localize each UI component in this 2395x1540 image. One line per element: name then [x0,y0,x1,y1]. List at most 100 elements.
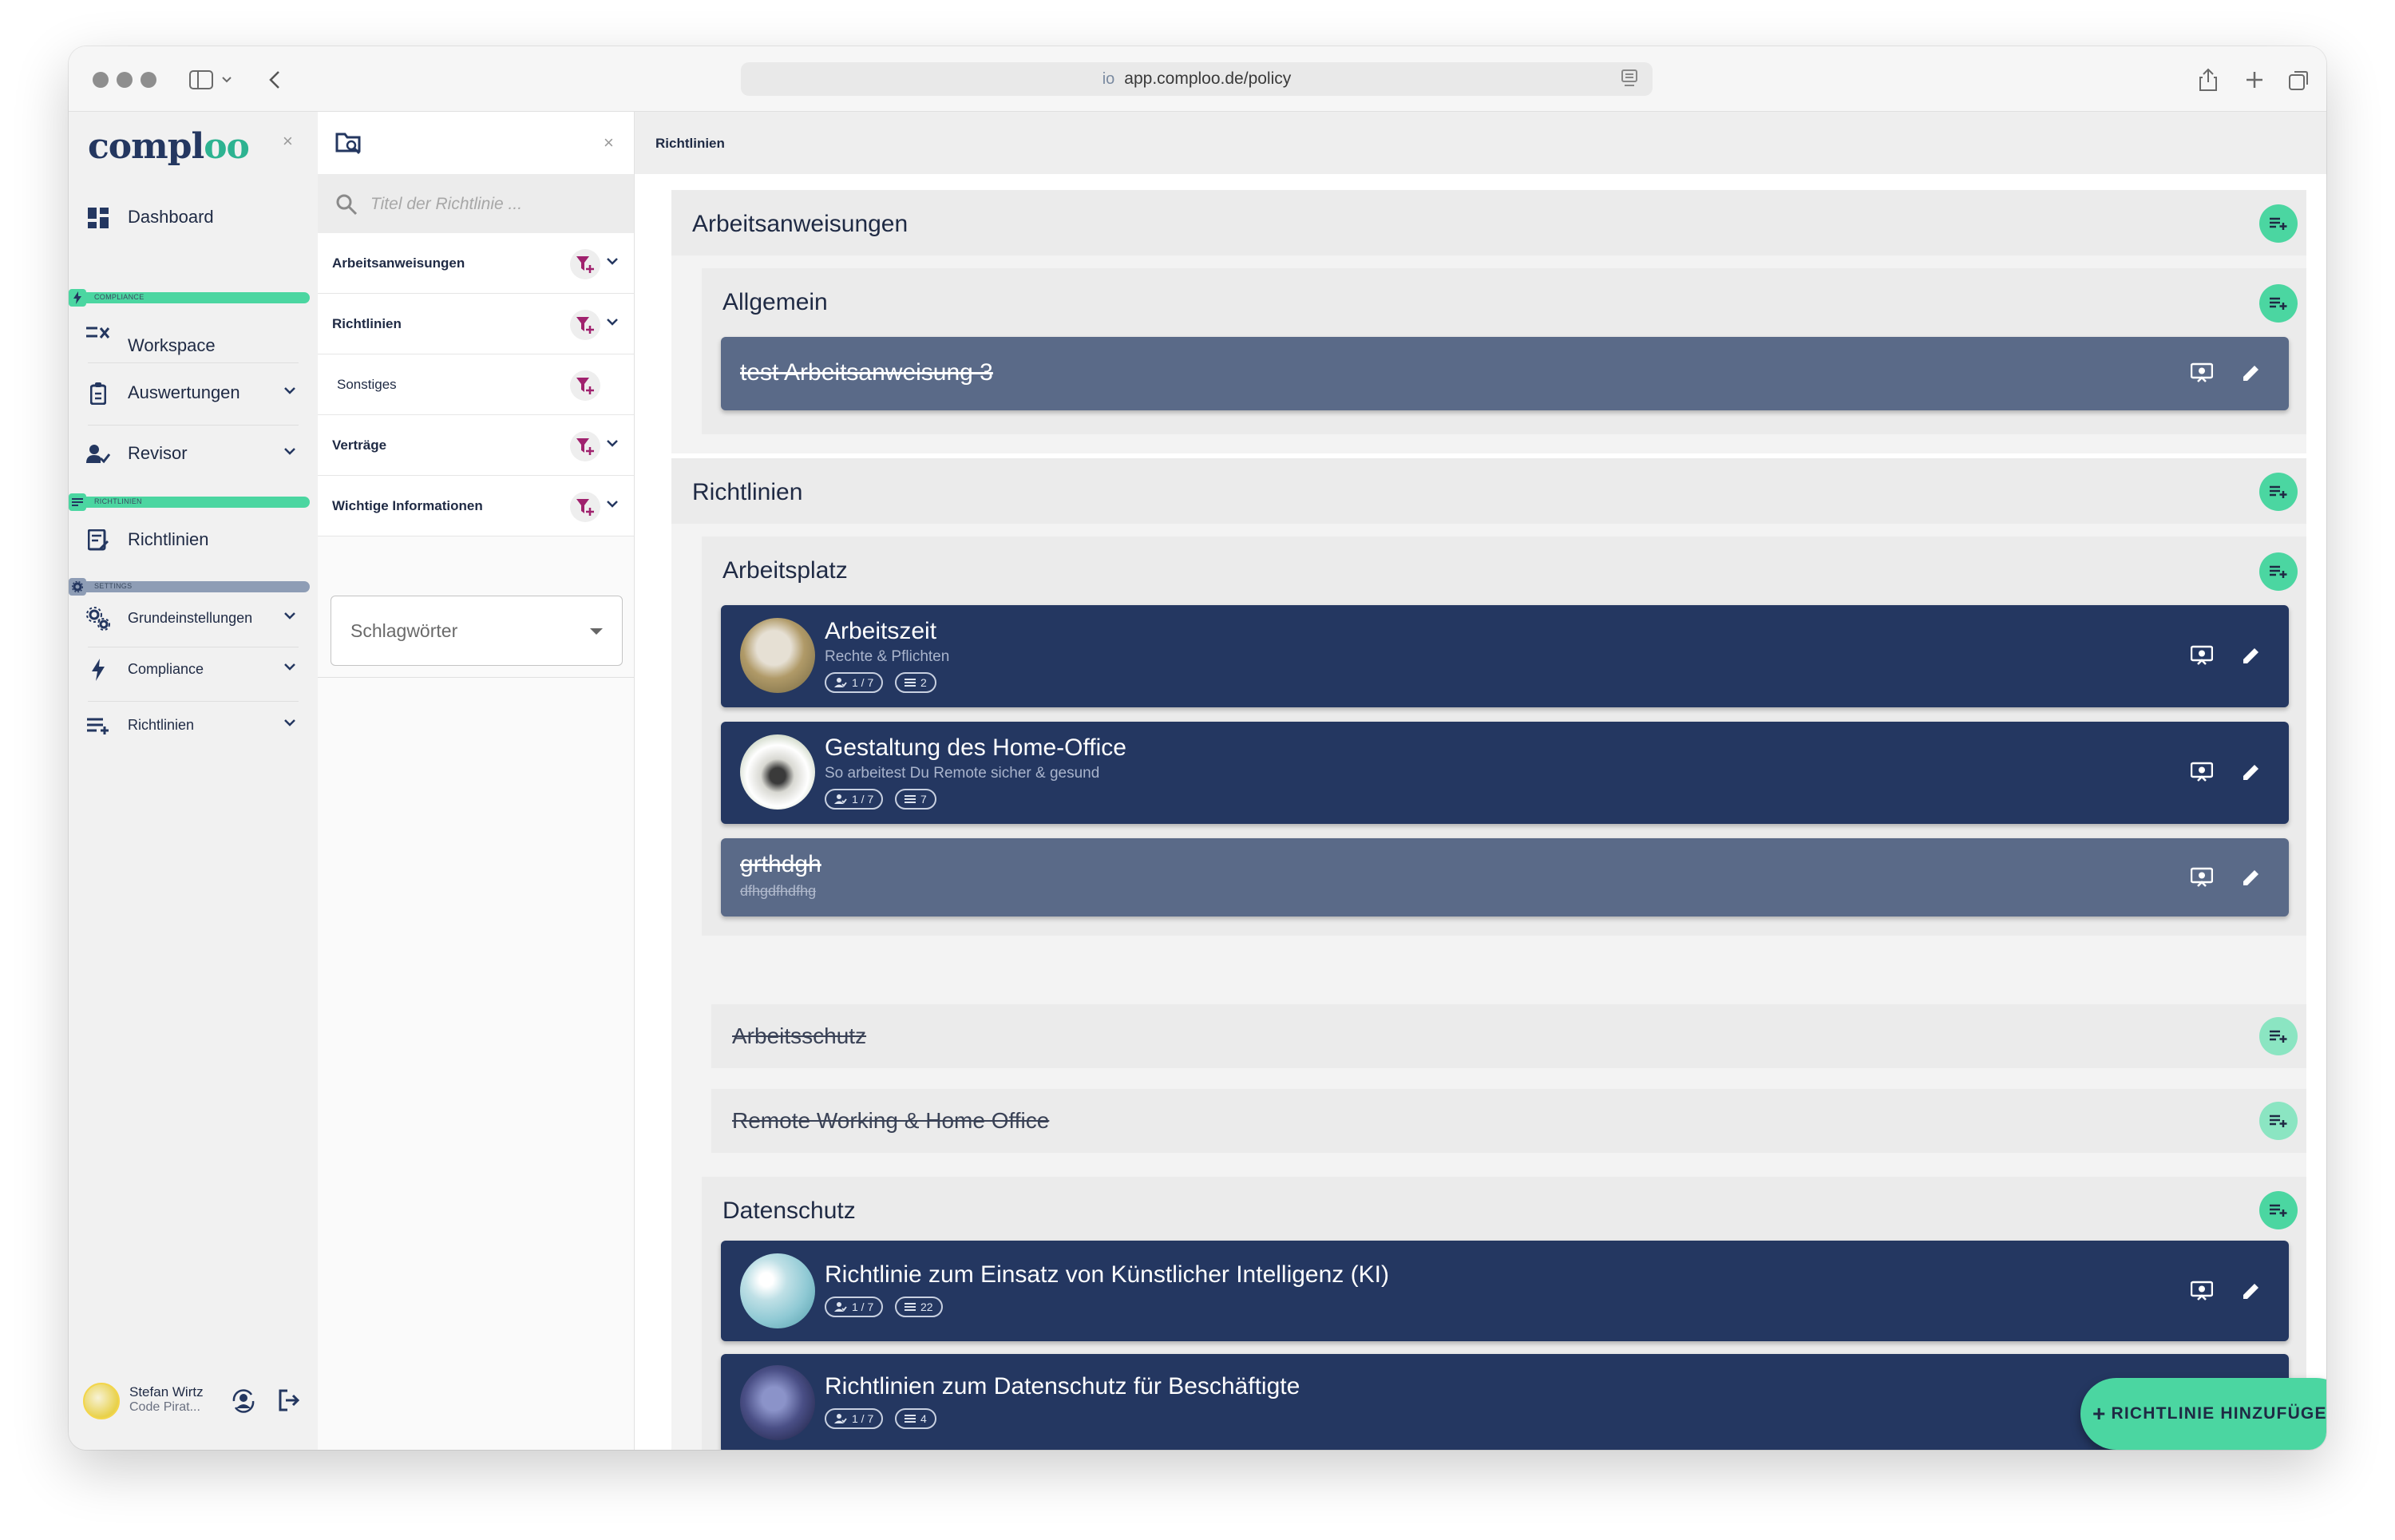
sidebar-toggle-icon[interactable] [185,64,217,96]
presentation-icon[interactable] [2188,642,2215,669]
nav-item-compliance[interactable]: Compliance [69,645,318,693]
nav-item-label: Dashboard [128,207,214,227]
tags-select[interactable]: Schlagwörter [331,596,623,666]
chevron-down-icon[interactable] [284,445,295,460]
add-policy-button[interactable] [2259,1017,2298,1055]
edit-icon[interactable] [2238,642,2265,669]
logout-icon[interactable] [278,1389,300,1415]
chevron-down-icon[interactable] [607,255,618,270]
policy-thumbnail [740,1253,815,1328]
minimize-window-button[interactable] [117,72,133,88]
nav-item-richtlinien[interactable]: Richtlinien [69,516,318,564]
add-subcategory-button[interactable] [2259,204,2298,243]
chevron-down-icon[interactable] [217,64,236,96]
main-content: Richtlinien Arbeitsanweisungen Allgemein… [635,112,2326,1450]
items-count-chip: 7 [895,789,936,810]
add-subcategory-button[interactable] [2259,473,2298,511]
user-check-icon [86,442,110,466]
edit-icon[interactable] [2238,864,2265,891]
chip-text: 1 / 7 [852,1300,874,1313]
search-input[interactable]: Titel der Richtlinie ... [318,174,634,233]
switch-account-icon[interactable] [232,1389,255,1417]
filter-add-icon[interactable] [570,249,600,279]
subcategory-title: Datenschutz [722,1198,856,1224]
breadcrumb: Richtlinien [655,136,725,151]
edit-icon[interactable] [2238,359,2265,386]
subcategory-arbeitsschutz[interactable] [711,1004,2306,1068]
filter-row-vertraege[interactable]: Verträge [318,415,634,476]
policy-card-home-office[interactable]: Gestaltung des Home-Office So arbeitest … [721,722,2289,824]
chevron-down-icon[interactable] [284,385,295,399]
logo-text: compl [88,126,204,167]
user-profile[interactable]: Stefan Wirtz Code Pirat... [83,1378,315,1426]
add-policy-button[interactable] [2259,552,2298,591]
nav-item-label: Revisor [128,443,188,463]
filter-row-wichtige-informationen[interactable]: Wichtige Informationen [318,476,634,536]
new-tab-icon[interactable] [2239,64,2270,96]
chevron-down-icon[interactable] [607,498,618,513]
nav-item-richtlinien-settings[interactable]: Richtlinien [69,701,318,749]
policy-thumbnail [740,618,815,693]
nav-item-label: Richtlinien [128,716,195,733]
filter-add-icon[interactable] [570,370,600,401]
chevron-down-icon[interactable] [284,610,295,624]
policy-card-ki[interactable]: Richtlinie zum Einsatz von Künstlicher I… [721,1241,2289,1341]
subcategory-title: Arbeitsplatz [722,557,848,584]
address-bar[interactable]: io app.comploo.de/policy [741,62,1653,96]
add-policy-button[interactable] [2259,1191,2298,1229]
add-policy-fab[interactable]: + RICHTLINIE HINZUFÜGEN [2080,1378,2326,1450]
add-policy-button[interactable] [2259,284,2298,323]
edit-icon[interactable] [2238,1277,2265,1304]
presentation-icon[interactable] [2188,359,2215,386]
filter-add-icon[interactable] [570,492,600,522]
presentation-icon[interactable] [2188,758,2215,786]
back-arrow-icon[interactable] [259,64,291,96]
chip-text: 1 / 7 [852,676,874,689]
reader-mode-icon[interactable] [1621,69,1638,93]
policy-card-grthdgh[interactable]: grthdgh dfhgdfhdfhg [721,838,2289,916]
filter-row-richtlinien[interactable]: Richtlinien [318,294,634,354]
nav-item-dashboard[interactable]: Dashboard [69,193,318,241]
tab-overview-icon[interactable] [2283,64,2315,96]
policy-card-arbeitszeit[interactable]: Arbeitszeit Rechte & Pflichten 1 / 7 2 [721,605,2289,707]
nav-item-revisor[interactable]: Revisor [69,430,318,477]
workspace-icon [86,321,110,345]
filter-label: Verträge [332,437,387,453]
presentation-icon[interactable] [2188,1277,2215,1304]
presentation-icon[interactable] [2188,864,2215,891]
browser-window: io app.comploo.de/policy comploo × Dashb… [69,46,2326,1450]
close-filter-icon[interactable]: × [604,133,614,153]
filter-add-icon[interactable] [570,310,600,340]
chevron-down-icon[interactable] [607,316,618,331]
edit-icon[interactable] [2238,758,2265,786]
section-label: RICHTLINIEN [94,497,142,505]
nav-sidebar: comploo × Dashboard COMPLIANCE Workspace [69,112,318,1450]
category-title: Arbeitsanweisungen [692,211,909,237]
comploo-logo[interactable]: comploo [88,126,250,167]
share-icon[interactable] [2192,64,2224,96]
subcategory-title: Allgemein [722,289,828,315]
close-sidebar-icon[interactable]: × [283,131,293,152]
chip-text: 7 [920,793,927,806]
filter-add-icon[interactable] [570,431,600,461]
add-policy-button[interactable] [2259,1102,2298,1140]
filter-row-arbeitsanweisungen[interactable]: Arbeitsanweisungen [318,233,634,294]
nav-item-workspace[interactable]: Workspace [69,278,318,355]
category-header[interactable] [671,458,2306,524]
chip-text: 2 [920,676,927,689]
chevron-down-icon[interactable] [284,717,295,731]
filter-row-sonstiges[interactable]: Sonstiges [318,354,634,415]
close-window-button[interactable] [93,72,109,88]
chevron-down-icon[interactable] [284,661,295,675]
filter-label: Sonstiges [337,377,397,392]
category-header[interactable] [671,190,2306,255]
policy-card-datenschutz[interactable]: Richtlinien zum Datenschutz für Beschäft… [721,1354,2289,1450]
nav-item-grundeinstellungen[interactable]: Grundeinstellungen [69,594,318,642]
chevron-down-icon[interactable] [607,437,618,452]
policy-title: Richtlinien zum Datenschutz für Beschäft… [825,1373,1300,1399]
category-title: Richtlinien [692,479,803,505]
nav-item-auswertungen[interactable]: Auswertungen [69,369,318,417]
policy-card-test-arbeitsanweisung-3[interactable]: test Arbeitsanweisung 3 [721,337,2289,410]
zoom-window-button[interactable] [141,72,156,88]
chip-text: 22 [920,1300,933,1313]
